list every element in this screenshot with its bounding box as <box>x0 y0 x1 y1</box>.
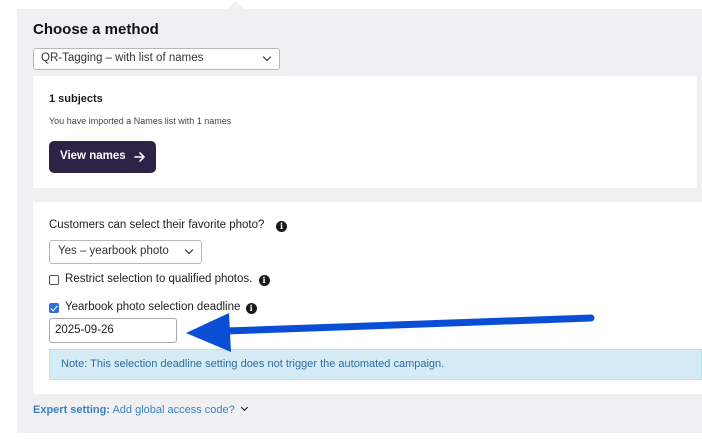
page: Choose a method QR-Tagging – with list o… <box>0 0 702 439</box>
annotation-arrow-icon <box>186 313 595 352</box>
